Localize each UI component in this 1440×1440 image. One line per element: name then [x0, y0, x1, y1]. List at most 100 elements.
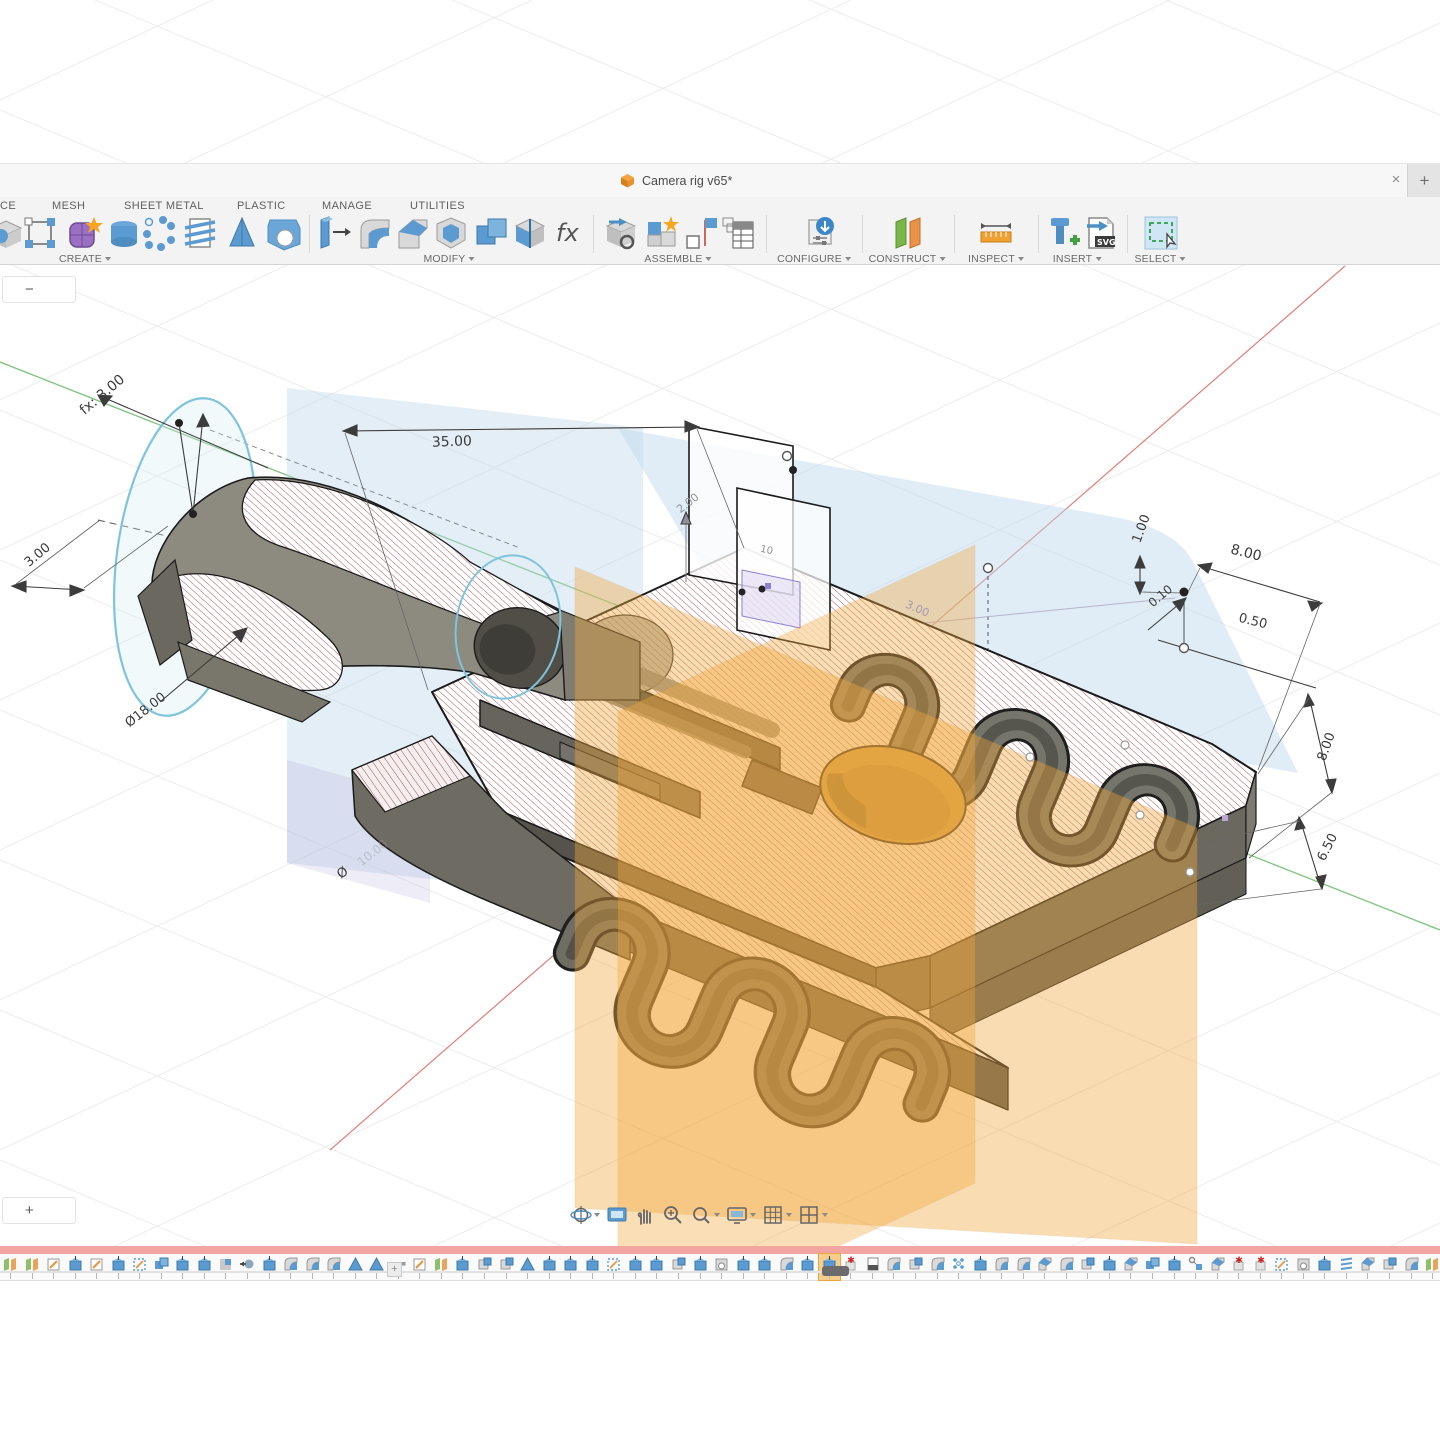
split-face-icon[interactable]	[511, 214, 549, 252]
ribbon-tab-manage[interactable]: MANAGE	[322, 200, 372, 212]
viewports-icon[interactable]	[798, 1204, 828, 1226]
hole-icon[interactable]	[264, 214, 302, 252]
timeline-feature-extrude[interactable]	[65, 1254, 87, 1280]
pattern-icon[interactable]	[139, 214, 177, 252]
timeline-feature-box-copy[interactable]	[496, 1254, 518, 1280]
timeline-feature-extrude[interactable]	[970, 1254, 992, 1280]
timeline-feature-coil[interactable]	[1336, 1254, 1358, 1280]
timeline-feature-plane[interactable]	[0, 1254, 22, 1280]
ribbon-tab-sheet-metal[interactable]: SHEET METAL	[124, 200, 204, 212]
timeline-feature-shell[interactable]	[215, 1254, 237, 1280]
create-form-icon[interactable]	[65, 214, 103, 252]
timeline-feature-box-copy[interactable]	[668, 1254, 690, 1280]
timeline-feature-marquee[interactable]	[129, 1254, 151, 1280]
timeline-feature-plane[interactable]	[431, 1254, 453, 1280]
timeline-feature-extrude[interactable]	[797, 1254, 819, 1280]
timeline-feature-extrude[interactable]	[733, 1254, 755, 1280]
timeline-feature-fillet[interactable]	[323, 1254, 345, 1280]
timeline-feature-extrude[interactable]	[560, 1254, 582, 1280]
timeline-feature-fillet[interactable]	[1013, 1254, 1035, 1280]
timeline-feature-chamfer[interactable]	[1034, 1254, 1056, 1280]
ribbon-group-modify[interactable]: MODIFY	[423, 253, 474, 265]
pan-icon[interactable]	[634, 1204, 656, 1226]
timeline-feature-fillet[interactable]	[1056, 1254, 1078, 1280]
ribbon-group-inspect[interactable]: INSPECT	[968, 253, 1024, 265]
timeline-feature-combine[interactable]	[1142, 1254, 1164, 1280]
combine-icon[interactable]	[473, 214, 511, 252]
timeline-feature-extrude[interactable]	[582, 1254, 604, 1280]
timeline-feature-extrude[interactable]	[539, 1254, 561, 1280]
timeline-feature-extrude[interactable]	[259, 1254, 281, 1280]
browser-collapse-button[interactable]: −	[2, 276, 76, 303]
document-tab[interactable]: Camera rig v65*	[620, 164, 732, 197]
timeline-feature-extrude[interactable]	[194, 1254, 216, 1280]
grid-layout-icon[interactable]	[762, 1204, 792, 1226]
ruled-surface-icon[interactable]	[181, 214, 219, 252]
new-component-icon[interactable]	[601, 214, 639, 252]
fx-parameters-icon[interactable]: fx	[551, 214, 589, 252]
create-sketch-icon[interactable]	[21, 214, 59, 252]
construction-plane-icon[interactable]	[889, 214, 927, 252]
cylinder-icon[interactable]	[105, 214, 143, 252]
configuration-icon[interactable]	[801, 214, 839, 252]
timeline-feature-box-copy[interactable]	[1379, 1254, 1401, 1280]
insert-fastener-icon[interactable]	[1043, 214, 1081, 252]
dimension-label[interactable]: 8.00	[1229, 542, 1263, 565]
timeline-feature-svg[interactable]	[862, 1254, 884, 1280]
fit-icon[interactable]	[690, 1204, 720, 1226]
timeline-feature-chamfer[interactable]	[1357, 1254, 1379, 1280]
timeline-feature-sketch[interactable]	[86, 1254, 108, 1280]
timeline-feature-loft[interactable]	[345, 1254, 367, 1280]
chamfer-icon[interactable]	[393, 214, 431, 252]
ribbon-tab-plastic[interactable]: PLASTIC	[237, 200, 286, 212]
ribbon-group-assemble[interactable]: ASSEMBLE	[644, 253, 711, 265]
comments-expand-button[interactable]: +	[2, 1197, 76, 1224]
ribbon-tab-mesh[interactable]: MESH	[52, 200, 85, 212]
measure-icon[interactable]	[977, 214, 1015, 252]
timeline-feature-hole[interactable]	[1293, 1254, 1315, 1280]
timeline-feature-chamfer[interactable]	[1207, 1254, 1229, 1280]
timeline-feature-fillet[interactable]	[280, 1254, 302, 1280]
ribbon-group-create[interactable]: CREATE	[59, 253, 111, 265]
press-pull-icon[interactable]	[313, 214, 351, 252]
timeline-feature-marquee[interactable]	[603, 1254, 625, 1280]
orbit-icon[interactable]	[570, 1204, 600, 1226]
timeline-feature-extrude[interactable]	[1314, 1254, 1336, 1280]
timeline-feature-fillet[interactable]	[883, 1254, 905, 1280]
timeline-feature-fillet[interactable]	[927, 1254, 949, 1280]
joint-icon[interactable]	[643, 214, 681, 252]
ribbon-group-insert[interactable]: INSERT	[1053, 253, 1102, 265]
timeline-feature-box-copy[interactable]	[905, 1254, 927, 1280]
timeline-feature-hole[interactable]	[711, 1254, 733, 1280]
timeline-feature-box-copy[interactable]	[474, 1254, 496, 1280]
timeline-feature-pattern-dots[interactable]	[948, 1254, 970, 1280]
display-settings-icon[interactable]	[726, 1204, 756, 1226]
timeline-feature-extrude[interactable]	[625, 1254, 647, 1280]
timeline-position-marker[interactable]	[822, 1266, 849, 1276]
timeline-feature-marquee[interactable]	[1271, 1254, 1293, 1280]
timeline-feature-fillet[interactable]	[991, 1254, 1013, 1280]
timeline-feature-extrude[interactable]	[172, 1254, 194, 1280]
dimension-label[interactable]: 6.50	[1315, 831, 1342, 864]
timeline-scrub-strip[interactable]	[0, 1246, 1440, 1254]
close-tab-icon[interactable]: ×	[1386, 170, 1406, 190]
insert-svg-icon[interactable]: SVG	[1081, 214, 1119, 252]
timeline-feature-extrude[interactable]	[646, 1254, 668, 1280]
zoom-icon[interactable]	[662, 1204, 684, 1226]
joint-origin-icon[interactable]	[681, 214, 719, 252]
ribbon-group-select[interactable]: SELECT	[1134, 253, 1185, 265]
timeline-feature-plane[interactable]	[22, 1254, 44, 1280]
timeline-feature-extrude[interactable]	[1164, 1254, 1186, 1280]
timeline-feature-fillet[interactable]	[1401, 1254, 1423, 1280]
timeline-add-marker-icon[interactable]: +	[387, 1262, 402, 1277]
select-marquee-icon[interactable]	[1142, 214, 1180, 252]
timeline-feature-fillet[interactable]	[302, 1254, 324, 1280]
ribbon-group-configure[interactable]: CONFIGURE	[777, 253, 851, 265]
timeline-feature-suppressed[interactable]: ✱	[1250, 1254, 1272, 1280]
timeline-feature-sketch[interactable]	[409, 1254, 431, 1280]
ribbon-group-construct[interactable]: CONSTRUCT	[869, 253, 946, 265]
timeline-feature-extrude[interactable]	[452, 1254, 474, 1280]
timeline-track[interactable]	[0, 1271, 1440, 1273]
timeline-feature-snap[interactable]	[1185, 1254, 1207, 1280]
loft-icon[interactable]	[224, 214, 262, 252]
